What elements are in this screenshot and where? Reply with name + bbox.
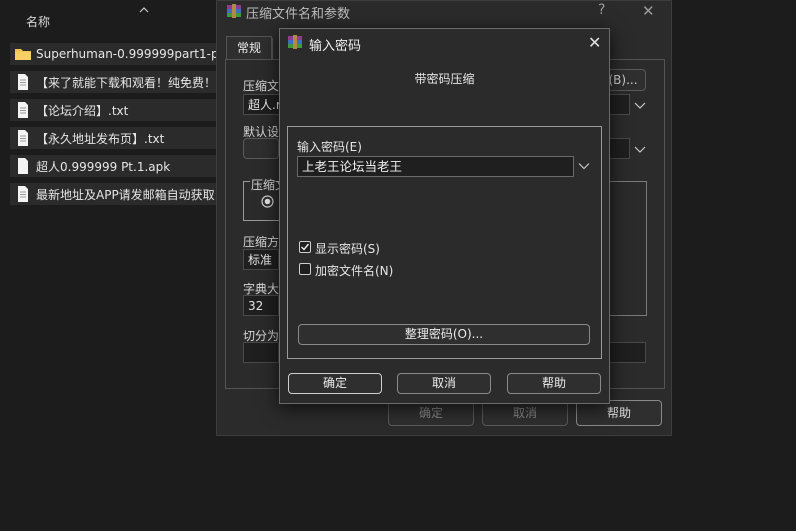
file-icon	[18, 158, 28, 174]
chevron-down-icon[interactable]	[578, 162, 590, 170]
encrypt-filenames-checkbox[interactable]	[299, 263, 311, 275]
radio-selected-icon[interactable]	[261, 195, 274, 208]
close-icon[interactable]: ✕	[588, 33, 601, 52]
compression-method-label: 压缩方	[243, 235, 280, 249]
text-file-icon	[18, 102, 28, 118]
password-input[interactable]: 上老王论坛当老王	[297, 156, 574, 177]
ok-button[interactable]: 确定	[288, 373, 382, 394]
file-name: 【来了就能下载和观看！纯免费！】	[36, 75, 216, 90]
split-volumes-input[interactable]	[243, 342, 279, 363]
profiles-button[interactable]	[243, 138, 279, 159]
tab-general[interactable]: 常规	[226, 36, 272, 60]
help-button[interactable]: 帮助	[507, 373, 601, 394]
password-dialog-title: 输入密码	[309, 39, 362, 54]
file-name: 【永久地址发布页】.txt	[36, 131, 165, 146]
close-icon[interactable]: ✕	[642, 2, 655, 20]
folder-icon	[15, 49, 31, 60]
file-name: Superhuman-0.999999part1-pc	[36, 47, 216, 61]
text-file-icon	[18, 74, 28, 90]
dictionary-size-select[interactable]: 32	[243, 295, 279, 316]
file-row[interactable]: Superhuman-0.999999part1-pc	[10, 43, 216, 65]
sort-chevron-up-icon	[139, 7, 149, 13]
password-dialog-subtitle: 带密码压缩	[414, 72, 475, 86]
column-name-header[interactable]: 名称	[26, 13, 50, 30]
file-row[interactable]: 【来了就能下载和观看！纯免费！】	[10, 71, 216, 93]
file-row[interactable]: 超人0.999999 Pt.1.apk	[10, 155, 216, 177]
text-file-icon	[18, 186, 28, 202]
chevron-down-icon[interactable]	[633, 100, 647, 110]
winrar-icon	[227, 4, 241, 18]
password-label: 输入密码(E)	[297, 140, 362, 154]
show-password-label[interactable]: 显示密码(S)	[315, 240, 380, 257]
file-name: 最新地址及APP请发邮箱自动获取！	[36, 187, 216, 202]
checkmark-icon	[301, 243, 310, 251]
text-file-icon	[18, 130, 28, 146]
file-row[interactable]: 【论坛介绍】.txt	[10, 99, 216, 121]
organize-passwords-button[interactable]: 整理密码(O)...	[298, 324, 590, 345]
chevron-down-icon[interactable]	[633, 144, 647, 154]
file-name: 【论坛介绍】.txt	[36, 103, 129, 118]
encrypt-filenames-label[interactable]: 加密文件名(N)	[315, 262, 393, 279]
show-password-checkbox[interactable]	[299, 241, 311, 253]
file-name: 超人0.999999 Pt.1.apk	[36, 159, 171, 174]
dialog-title: 压缩文件名和参数	[246, 7, 351, 22]
compression-method-select[interactable]: 标准	[243, 249, 279, 270]
winrar-icon	[288, 35, 302, 49]
file-row[interactable]: 最新地址及APP请发邮箱自动获取！	[10, 183, 216, 205]
archive-name-label: 压缩文	[243, 79, 280, 93]
cancel-button[interactable]: 取消	[397, 373, 491, 394]
help-icon[interactable]: ?	[598, 2, 605, 18]
file-row[interactable]: 【永久地址发布页】.txt	[10, 127, 216, 149]
